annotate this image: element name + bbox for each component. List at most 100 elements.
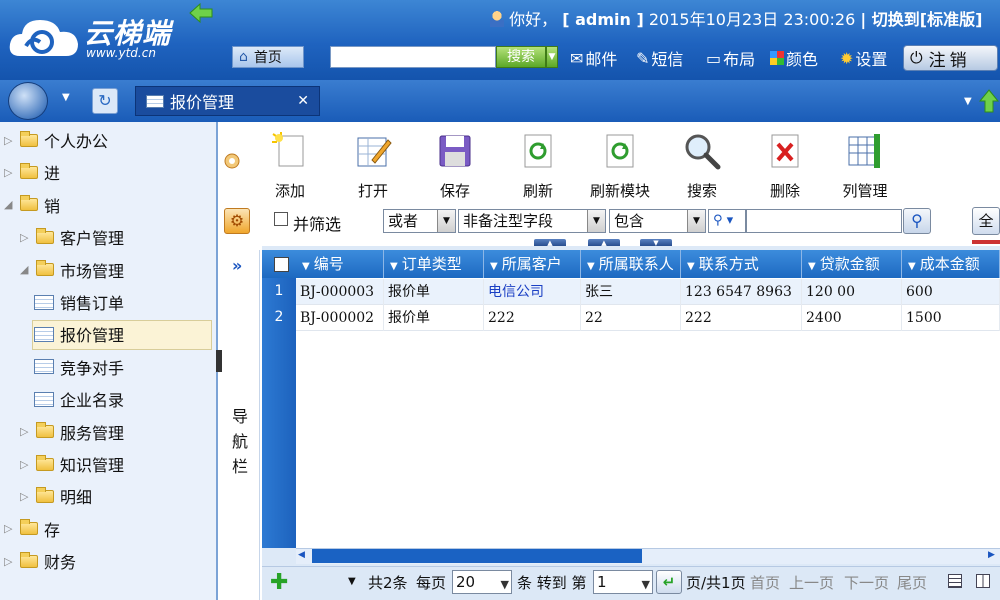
chevron-down-icon: ▼ [500,578,509,591]
mail-link[interactable]: ✉ 邮件 [570,46,617,70]
field-select[interactable]: 非备注型字段 ▼ [458,209,606,233]
operator-value: 包含 [614,212,645,230]
column-header[interactable]: ▼ 贷款金额 [802,250,902,278]
expand-icon[interactable]: ▷ [4,166,14,179]
expand-icon[interactable]: ▷ [4,522,14,535]
search-dropdown-icon[interactable]: ▼ [546,46,558,68]
scroll-left-icon[interactable]: ◀ [298,550,305,560]
start-menu-dropdown-icon[interactable]: ▼ [62,92,70,103]
logic-select[interactable]: 或者 ▼ [383,209,456,233]
column-menu-icon[interactable]: ▼ [908,261,916,272]
last-page-link[interactable]: 尾页 [897,572,927,593]
toolbar-button[interactable]: 搜索 [672,132,732,201]
sidebar-item[interactable]: 竞争对手 [34,355,124,379]
expand-nav-icon[interactable]: » [232,256,242,275]
toolbar-button[interactable]: 保存 [425,132,485,201]
collapse-header-icon[interactable] [188,2,214,24]
search-icon[interactable]: ⚲ [903,208,931,234]
split-view-icon[interactable] [976,574,990,588]
expand-icon[interactable]: ▷ [4,555,14,568]
start-menu-orb-icon[interactable] [8,82,48,120]
table-cell: 报价单 [384,305,484,331]
column-menu-icon[interactable]: ▼ [687,261,695,272]
page-select[interactable]: 1 ▼ [593,570,653,594]
column-header[interactable]: ▼ 联系方式 [681,250,802,278]
expand-icon[interactable]: ▷ [4,134,14,147]
sidebar-item[interactable]: 企业名录 [34,387,124,411]
per-page-select[interactable]: 20 ▼ [452,570,512,594]
sidebar-item[interactable]: 报价管理 [34,322,124,346]
collapse-icon[interactable]: ◢ [20,263,30,276]
expand-icon[interactable]: ▷ [20,231,30,244]
layout-link[interactable]: ▭ 布局 [706,46,755,70]
column-menu-icon[interactable]: ▼ [808,261,816,272]
column-menu-icon[interactable]: ▼ [390,261,398,272]
column-header[interactable]: ▼ 成本金额 [902,250,1000,278]
row-number[interactable]: 2 [262,309,296,325]
toolbar-button[interactable]: 刷新模块 [590,132,650,201]
and-filter-checkbox[interactable] [274,212,288,226]
scrollbar-thumb[interactable] [312,549,642,563]
column-header[interactable]: ▼ 所属客户 [484,250,581,278]
prev-page-link[interactable]: 上一页 [789,572,834,593]
next-page-link[interactable]: 下一页 [844,572,889,593]
home-button[interactable]: ⌂ 首页 [232,46,304,68]
select-all-checkbox[interactable] [274,257,289,272]
sidebar-item[interactable]: ▷ 存 [4,517,60,541]
add-row-icon[interactable]: ✚ [270,570,288,595]
operator-select[interactable]: 包含 ▼ [609,209,706,233]
sidebar-item[interactable]: ◢ 市场管理 [20,258,124,282]
go-enter-icon[interactable]: ↵ [656,570,682,594]
toolbar-button[interactable]: 添加 [260,132,320,201]
sidebar-item[interactable]: ◢ 销 [4,193,60,217]
toolbar-button[interactable]: 刷新 [508,132,568,201]
refresh-page-icon[interactable]: ↻ [92,88,118,114]
table-cell[interactable]: 电信公司 [484,279,581,305]
tab-quote-management[interactable]: 报价管理 ✕ [135,86,320,116]
column-menu-icon[interactable]: ▼ [587,261,595,272]
sidebar-item[interactable]: ▷ 进 [4,160,60,184]
sidebar-item[interactable]: ▷ 财务 [4,549,76,573]
row-number[interactable]: 1 [262,283,296,299]
search-mode-dropdown[interactable]: ⚲ ▾ [708,209,746,233]
first-page-link[interactable]: 首页 [750,572,780,593]
color-link[interactable]: 颜色 [770,46,818,70]
toolbar-button[interactable]: 列管理 [835,132,895,201]
global-search-input[interactable] [330,46,496,68]
switch-version-link[interactable]: | 切换到[标准版] [860,10,982,29]
gear-icon: ✹ [840,48,854,68]
collapse-icon[interactable]: ◢ [4,198,14,211]
column-manage-icon [848,134,880,168]
column-header[interactable]: ▼ 编号 [296,250,384,278]
column-menu-icon[interactable]: ▼ [490,261,498,272]
expand-icon[interactable]: ▷ [20,425,30,438]
settings-link[interactable]: ✹ 设置 [840,46,887,70]
column-menu-icon[interactable]: ▼ [302,261,310,272]
filter-value-input[interactable] [746,209,902,233]
logout-button[interactable]: ⏻ 注销 [903,45,998,71]
pager-menu-icon[interactable]: ▼ [348,576,356,587]
tab-list-dropdown-icon[interactable]: ▼ [964,96,972,107]
toolbar-button[interactable]: 打开 [343,132,403,201]
scroll-top-arrow-icon[interactable] [978,88,1000,114]
column-header[interactable]: ▼ 所属联系人 [581,250,681,278]
global-search-button[interactable]: 搜索 [496,46,546,68]
filter-settings-gear-icon[interactable]: ⚙ [224,208,250,234]
sms-link[interactable]: ✎ 短信 [636,46,683,70]
sidebar-item[interactable]: ▷ 服务管理 [20,420,124,444]
close-icon[interactable]: ✕ [297,93,309,109]
sidebar-item[interactable]: ▷ 知识管理 [20,452,124,476]
logic-value: 或者 [388,212,419,230]
expand-icon[interactable]: ▷ [20,490,30,503]
sidebar-item[interactable]: ▷ 明细 [20,484,92,508]
list-view-icon[interactable] [948,574,962,588]
expand-icon[interactable]: ▷ [20,458,30,471]
layout-icon: ▭ [706,48,722,68]
sidebar-item[interactable]: ▷ 个人办公 [4,128,108,152]
sidebar-item[interactable]: 销售订单 [34,290,124,314]
show-all-button[interactable]: 全 [972,207,1000,235]
sidebar-item[interactable]: ▷ 客户管理 [20,225,124,249]
scroll-right-icon[interactable]: ▶ [988,550,995,560]
column-header[interactable]: ▼ 订单类型 [384,250,484,278]
toolbar-button[interactable]: 删除 [755,132,815,201]
